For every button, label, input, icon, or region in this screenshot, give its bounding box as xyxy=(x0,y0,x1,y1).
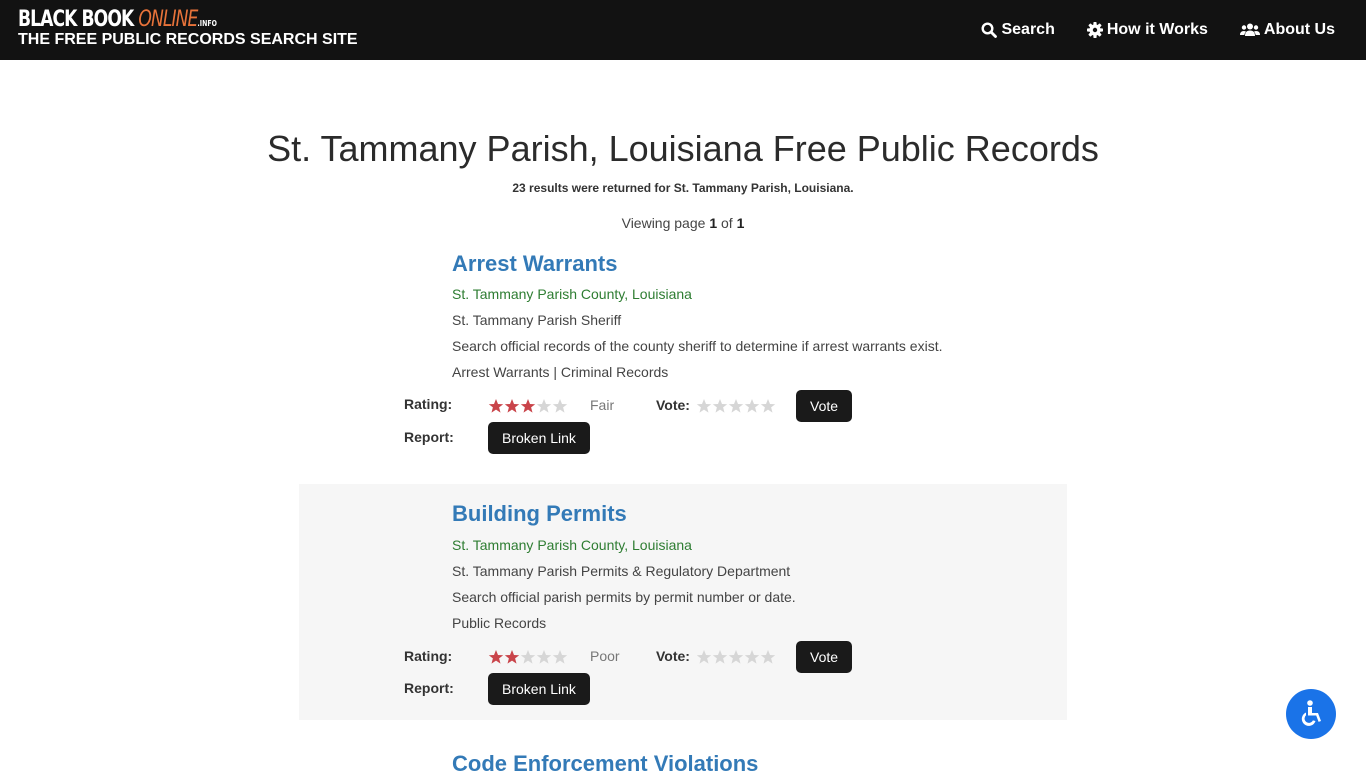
vote-star-icon[interactable] xyxy=(760,649,776,665)
nav-about-us[interactable]: About Us xyxy=(1239,21,1335,39)
record-data-source: St. Tammany Parish Sheriff xyxy=(452,312,622,328)
star-empty-icon xyxy=(536,650,552,664)
record-card: Name:Building Permits Location:St. Tamma… xyxy=(299,484,1067,720)
gear-icon xyxy=(1086,22,1103,38)
record-type: Public Records xyxy=(452,615,547,631)
nav-how-it-works[interactable]: How it Works xyxy=(1086,21,1208,39)
vote-button[interactable]: Vote xyxy=(796,641,853,673)
page-title: St. Tammany Parish, Louisiana Free Publi… xyxy=(267,128,1099,169)
wheelchair-icon xyxy=(1301,700,1321,726)
star-filled-icon xyxy=(504,399,520,413)
record-data-source: St. Tammany Parish Permits & Regulatory … xyxy=(452,563,791,579)
vote-star-icon[interactable] xyxy=(712,398,728,414)
vote-star-icon[interactable] xyxy=(728,649,744,665)
vote-stars[interactable] xyxy=(696,649,776,665)
vote-star-icon[interactable] xyxy=(696,649,712,665)
star-empty-icon xyxy=(552,399,568,413)
record-description: Search official records of the county sh… xyxy=(452,338,943,354)
vote-star-icon[interactable] xyxy=(744,398,760,414)
record-name-link[interactable]: Code Enforcement Violations xyxy=(452,751,758,777)
results-count: 23 results were returned for St. Tammany… xyxy=(512,181,854,195)
vote-star-icon[interactable] xyxy=(744,649,760,665)
star-filled-icon xyxy=(520,399,536,413)
record-card: Name:Arrest Warrants Location:St. Tamman… xyxy=(299,240,1067,476)
record-type: Arrest Warrants | Criminal Records xyxy=(452,364,669,380)
record-card: Name:Code Enforcement Violations xyxy=(299,734,1067,777)
search-icon xyxy=(981,22,998,38)
record-name-link[interactable]: Arrest Warrants xyxy=(452,251,617,277)
star-filled-icon xyxy=(504,650,520,664)
vote-star-icon[interactable] xyxy=(712,649,728,665)
logo-wordmark: BLACK BOOK ONLINE.INFO xyxy=(18,7,217,32)
vote-star-icon[interactable] xyxy=(696,398,712,414)
nav-search[interactable]: Search xyxy=(981,21,1055,39)
star-empty-icon xyxy=(520,650,536,664)
rating-word: Poor xyxy=(590,648,620,664)
pagination-info: Viewing page 1 of 1 xyxy=(621,215,745,231)
vote-stars[interactable] xyxy=(696,398,776,414)
rating-stars xyxy=(488,649,568,665)
vote-star-icon[interactable] xyxy=(728,398,744,414)
broken-link-button[interactable]: Broken Link xyxy=(488,673,590,705)
record-location-link[interactable]: St. Tammany Parish County, Louisiana xyxy=(452,286,692,302)
site-logo[interactable]: BLACK BOOK ONLINE.INFO THE FREE PUBLIC R… xyxy=(18,7,358,48)
top-navbar: BLACK BOOK ONLINE.INFO THE FREE PUBLIC R… xyxy=(0,0,1366,60)
logo-tagline: THE FREE PUBLIC RECORDS SEARCH SITE xyxy=(18,31,358,48)
users-icon xyxy=(1239,23,1260,36)
broken-link-button[interactable]: Broken Link xyxy=(488,422,590,454)
record-description: Search official parish permits by permit… xyxy=(452,589,796,605)
record-location-link[interactable]: St. Tammany Parish County, Louisiana xyxy=(452,537,692,553)
vote-button[interactable]: Vote xyxy=(796,390,853,422)
rating-word: Fair xyxy=(590,397,615,413)
accessibility-button[interactable] xyxy=(1286,689,1336,739)
star-empty-icon xyxy=(552,650,568,664)
star-filled-icon xyxy=(488,399,504,413)
rating-stars xyxy=(488,398,568,414)
record-name-link[interactable]: Building Permits xyxy=(452,501,627,527)
vote-star-icon[interactable] xyxy=(760,398,776,414)
star-filled-icon xyxy=(488,650,504,664)
star-empty-icon xyxy=(536,399,552,413)
